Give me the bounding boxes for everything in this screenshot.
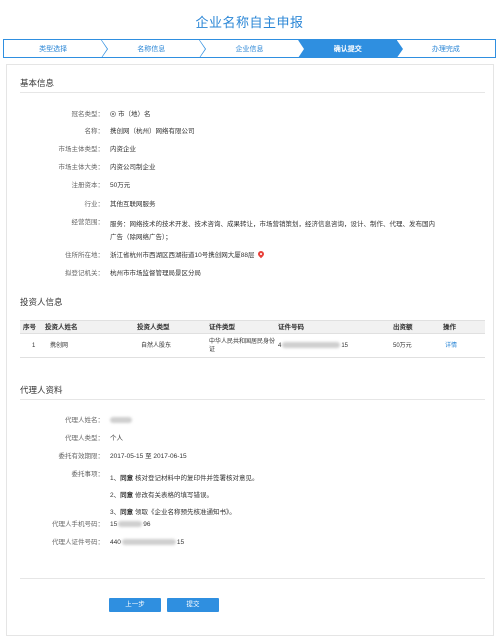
divider — [20, 578, 485, 579]
redacted-block — [118, 521, 143, 528]
matters-list: 1、同意 核对登记材料中的复印件并签署核对意见。 2、同意 修改有关表格的填写错… — [110, 470, 440, 521]
table-row: 1 携创网 自然人股东 中华人民共和国居民身份证 4 15 50万元 详情 — [20, 334, 485, 358]
field-value: 2017-05-15 至 2017-06-15 — [110, 452, 440, 462]
phone-prefix: 15 — [110, 521, 118, 528]
field-value: 杭州市市场监督管理局景区分局 — [110, 270, 201, 277]
id-suffix: 15 — [341, 343, 349, 349]
redacted-block — [282, 342, 341, 349]
cell-index: 1 — [32, 343, 36, 349]
id-prefix: 4 — [278, 343, 282, 349]
matter-item: 3、同意 领取《企业名称预先核准通知书》。 — [110, 509, 236, 516]
step-company-info: 企业信息 — [200, 40, 305, 57]
page-title: 企业名称自主申报 — [195, 15, 304, 30]
field-label: 市场主体大类： — [58, 164, 105, 171]
section-title-agent: 代理人资料 — [20, 385, 63, 395]
naming-type-value: 市（地）名 — [118, 111, 151, 118]
field-value: 其他互联网服务 — [110, 201, 156, 208]
period-start: 2017-05-15 — [110, 453, 144, 460]
column-header: 投资人类型 — [137, 324, 170, 331]
step-label: 类型选择 — [39, 45, 68, 53]
field-label: 拟登记机关： — [65, 270, 104, 277]
radio-checked-icon — [110, 111, 116, 117]
period-end: 2017-06-15 — [153, 453, 187, 460]
field-label: 注册资本： — [71, 182, 105, 189]
redacted-block — [110, 417, 132, 424]
field-value: 服务：网络技术的技术开发、技术咨询、成果转让，市场营销策划，经济信息咨询，设计、… — [110, 221, 435, 241]
field-value: 携创网（杭州）网络有限公司 — [110, 128, 195, 135]
field-label: 委托有效期限： — [58, 453, 105, 460]
details-link[interactable]: 详情 — [445, 334, 457, 358]
cell-name: 携创网 — [50, 343, 69, 349]
divider — [20, 92, 485, 93]
matter-item: 2、同意 修改有关表格的填写错误。 — [110, 492, 213, 499]
section-title-basic: 基本信息 — [20, 78, 55, 88]
field-label: 经营范围： — [71, 219, 105, 226]
map-pin-icon[interactable] — [257, 249, 266, 259]
column-header: 序号 — [23, 324, 36, 331]
field-value: 市（地）名 — [110, 110, 440, 120]
column-header: 证件号码 — [278, 324, 304, 331]
column-header: 投资人姓名 — [45, 324, 78, 331]
cell-id-type: 中华人民共和国居民身份证 — [209, 339, 276, 353]
field-value — [110, 416, 440, 426]
column-header: 证件类型 — [209, 324, 235, 331]
field-value: 浙江省杭州市西湖区西湖街道10号携创网大厦88层 — [110, 249, 440, 261]
cell-id-number: 4 15 — [278, 334, 348, 358]
redacted-block — [121, 539, 176, 546]
previous-button[interactable]: 上一步 — [109, 598, 161, 612]
field-label: 冠名类型： — [71, 111, 105, 118]
cert-suffix: 15 — [176, 539, 185, 546]
step-name-info: 名称信息 — [102, 40, 207, 57]
address-value: 浙江省杭州市西湖区西湖街道10号携创网大厦88层 — [110, 252, 255, 259]
form-panel: 基本信息 冠名类型： 市（地）名 名称： 携创网（杭州）网络有限公司 市场主体类… — [6, 64, 494, 636]
field-value: 个人 — [110, 435, 123, 442]
field-label: 代理人手机号码： — [52, 521, 104, 528]
cell-type: 自然人股东 — [141, 343, 172, 349]
cell-amount: 50万元 — [393, 343, 412, 349]
phone-suffix: 96 — [143, 521, 151, 528]
field-label: 代理人证件号码： — [52, 539, 104, 546]
field-label: 名称： — [84, 128, 105, 135]
column-header: 操作 — [443, 324, 456, 331]
step-label: 办理完成 — [431, 45, 460, 53]
step-confirm-submit: 确认提交 — [298, 40, 403, 57]
table-header: 序号 投资人姓名 投资人类型 证件类型 证件号码 出资额 操作 — [20, 320, 485, 334]
field-value: 15 96 — [110, 520, 440, 530]
step-label: 确认提交 — [333, 45, 362, 53]
investor-table: 序号 投资人姓名 投资人类型 证件类型 证件号码 出资额 操作 1 携创网 自然… — [20, 320, 485, 358]
field-label: 代理人姓名： — [65, 417, 104, 424]
submit-button[interactable]: 提交 — [167, 598, 219, 612]
field-value: 内资企业 — [110, 146, 136, 153]
field-label: 住所所在地： — [65, 252, 104, 259]
field-label: 行业： — [84, 201, 105, 208]
step-progress-bar: 类型选择 名称信息 企业信息 确认提交 办理完成 — [3, 39, 496, 58]
matter-item: 1、同意 核对登记材料中的复印件并签署核对意见。 — [110, 475, 259, 482]
section-title-investors: 投资人信息 — [20, 297, 63, 307]
divider — [20, 399, 485, 400]
step-label: 名称信息 — [137, 45, 166, 53]
field-value: 440 15 — [110, 538, 440, 548]
step-complete: 办理完成 — [396, 40, 495, 57]
period-separator: 至 — [145, 453, 152, 460]
field-label: 委托事项： — [71, 471, 105, 478]
step-label: 企业信息 — [235, 45, 264, 53]
step-type-select: 类型选择 — [4, 40, 109, 57]
field-value: 50万元 — [110, 182, 131, 189]
field-value: 内资公司制企业 — [110, 164, 156, 171]
column-header: 出资额 — [393, 324, 413, 331]
field-label: 市场主体类型： — [58, 146, 105, 153]
field-label: 代理人类型： — [65, 435, 104, 442]
cert-prefix: 440 — [110, 539, 121, 546]
